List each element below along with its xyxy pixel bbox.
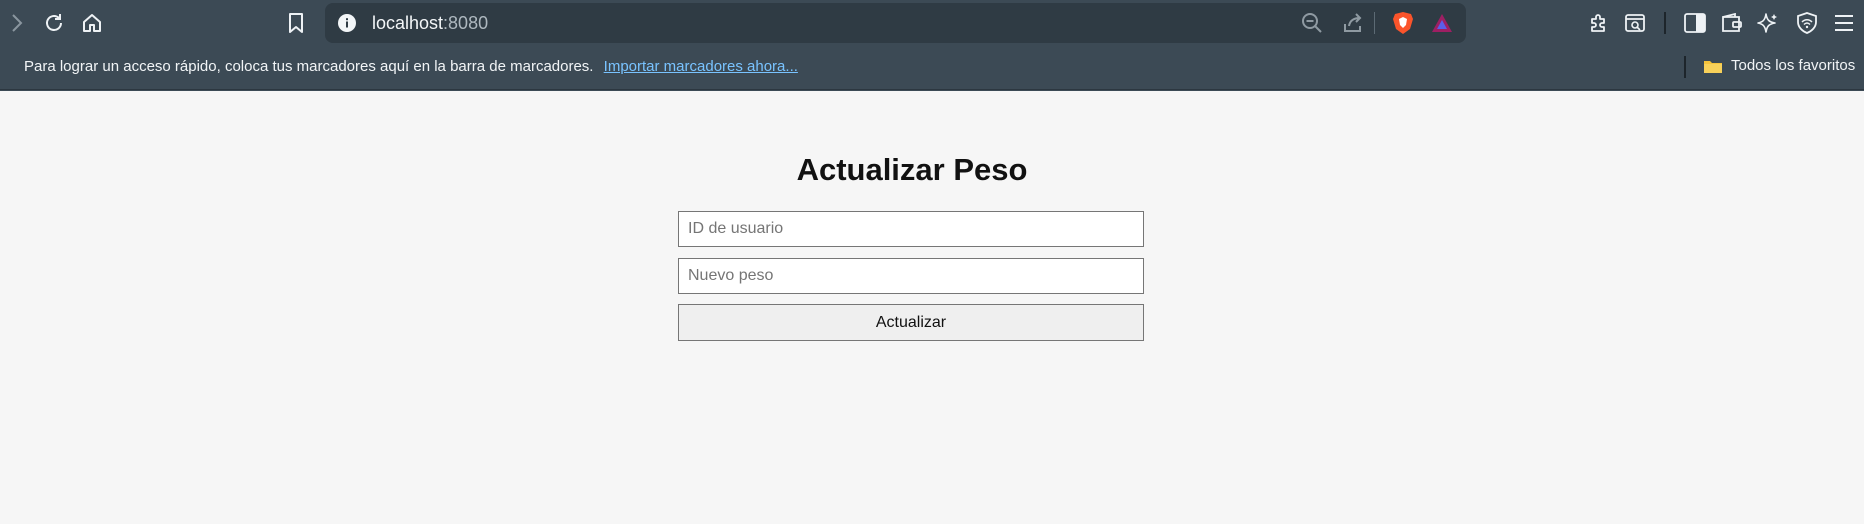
- all-favorites-button[interactable]: Todos los favoritos: [1703, 57, 1855, 74]
- leo-ai-icon[interactable]: [1756, 11, 1780, 35]
- bookmarks-bar-message: Para lograr un acceso rápido, coloca tus…: [24, 58, 594, 75]
- brave-rewards-icon[interactable]: [1429, 10, 1455, 36]
- bookmarks-divider: [1684, 56, 1686, 78]
- bookmarks-bar: Para lograr un acceso rápido, coloca tus…: [0, 46, 1864, 90]
- import-bookmarks-link[interactable]: Importar marcadores ahora...: [604, 58, 798, 75]
- url-text: localhost:8080: [372, 13, 488, 34]
- menu-icon[interactable]: [1832, 11, 1856, 35]
- vpn-icon[interactable]: [1795, 11, 1819, 35]
- url-host: localhost: [372, 13, 444, 33]
- all-favorites-label: Todos los favoritos: [1731, 57, 1856, 74]
- zoom-out-icon[interactable]: [1300, 12, 1324, 34]
- update-button[interactable]: Actualizar: [678, 304, 1144, 341]
- browser-toolbar: localhost:8080: [0, 0, 1864, 46]
- browser-chrome: localhost:8080 Para lograr un acceso ráp…: [0, 0, 1864, 91]
- bookmark-icon[interactable]: [284, 11, 308, 35]
- home-icon[interactable]: [79, 11, 105, 35]
- address-divider: [1374, 12, 1375, 34]
- share-icon[interactable]: [1341, 12, 1365, 34]
- sidebar-icon[interactable]: [1683, 11, 1707, 35]
- wallet-icon[interactable]: [1720, 11, 1744, 35]
- page-title: Actualizar Peso: [796, 152, 1028, 187]
- brave-shields-icon[interactable]: [1390, 10, 1416, 36]
- user-id-input[interactable]: [678, 211, 1144, 247]
- folder-icon: [1703, 58, 1723, 74]
- new-weight-input[interactable]: [678, 258, 1144, 294]
- site-info-icon[interactable]: [337, 13, 357, 33]
- toolbar-divider: [1664, 12, 1666, 34]
- chrome-bottom-border: [0, 89, 1864, 90]
- url-port: :8080: [443, 13, 489, 33]
- address-bar[interactable]: localhost:8080: [325, 3, 1466, 43]
- reload-icon[interactable]: [41, 11, 67, 35]
- forward-icon[interactable]: [6, 11, 28, 35]
- reading-list-icon[interactable]: [1623, 11, 1647, 35]
- extensions-icon[interactable]: [1587, 11, 1611, 35]
- bookmarks-bar-message-row: Para lograr un acceso rápido, coloca tus…: [24, 58, 798, 75]
